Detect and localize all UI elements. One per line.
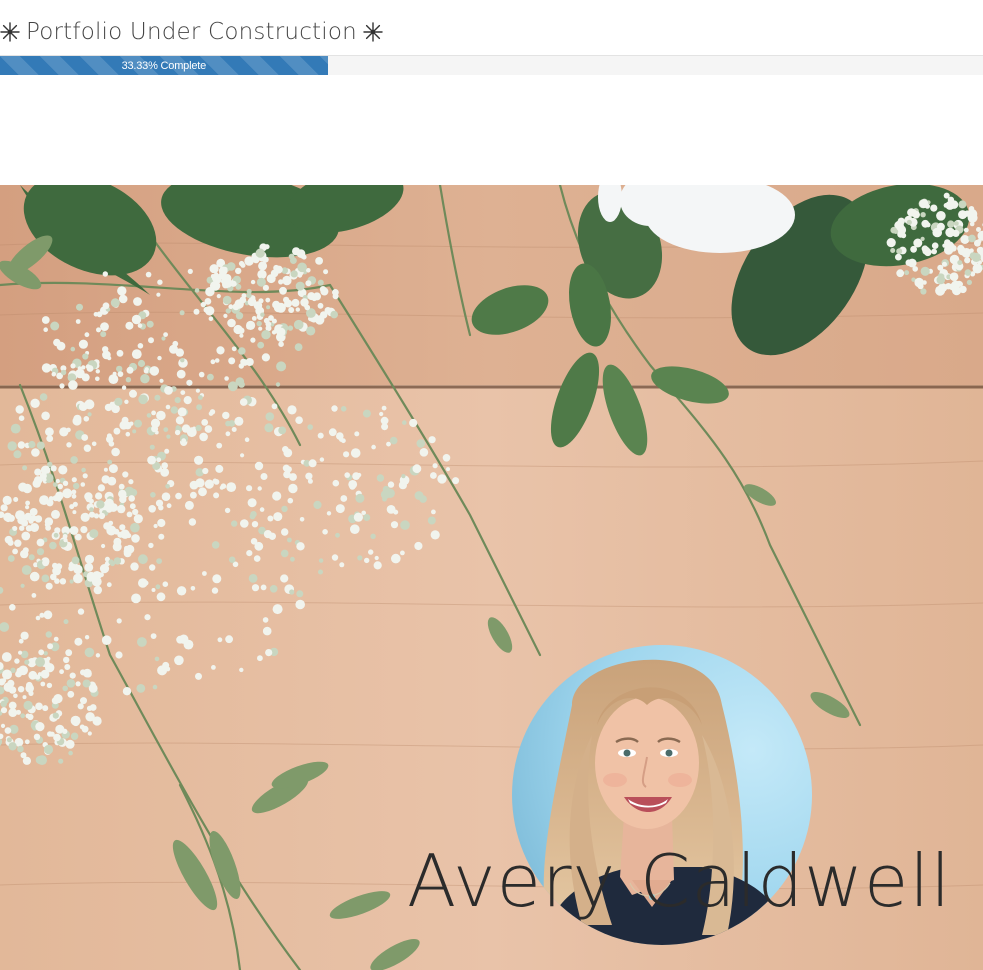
sparkle-icon bbox=[363, 22, 383, 42]
profile-name: Avery Caldwell bbox=[407, 839, 952, 923]
sparkle-icon bbox=[0, 22, 20, 42]
page: Portfolio Under Construction 33.33% Comp… bbox=[0, 0, 983, 970]
page-header: Portfolio Under Construction bbox=[0, 12, 383, 52]
page-title: Portfolio Under Construction bbox=[26, 19, 357, 45]
progress-bar: 33.33% Complete bbox=[0, 55, 983, 75]
progress-label: 33.33% Complete bbox=[121, 59, 207, 72]
progress-bar-fill: 33.33% Complete bbox=[0, 56, 328, 75]
